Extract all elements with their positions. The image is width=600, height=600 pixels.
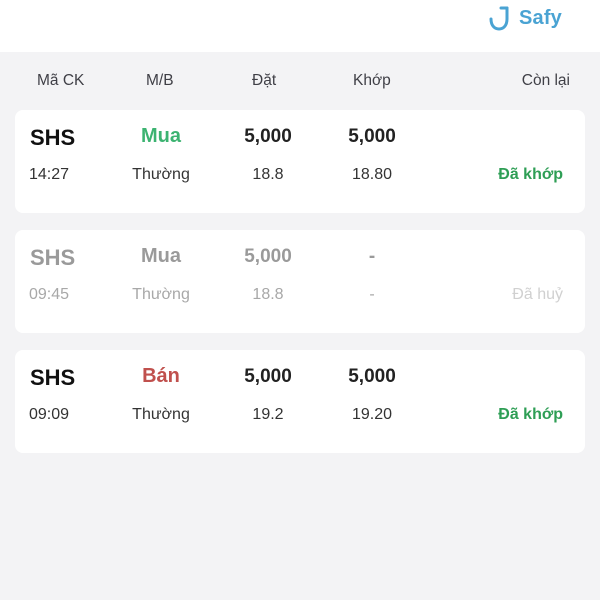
header-symbol: Mã CK bbox=[37, 72, 85, 89]
matched-price: - bbox=[369, 286, 375, 303]
order-side: Bán bbox=[142, 365, 180, 387]
safy-logo-icon bbox=[489, 6, 509, 31]
order-symbol: SHS bbox=[30, 125, 76, 150]
order-side: Mua bbox=[141, 245, 181, 267]
order-card[interactable]: SHS 09:09 Bán Thường 5,000 19.2 5,000 19… bbox=[15, 350, 585, 453]
matched-price: 19.20 bbox=[351, 406, 393, 423]
matched-quantity: 5,000 bbox=[348, 126, 396, 147]
table-header: Mã CK M/B Đặt Khớp Còn lại bbox=[0, 62, 600, 102]
order-type: Thường bbox=[132, 406, 190, 423]
order-price: 18.8 bbox=[252, 166, 284, 183]
order-quantity: 5,000 bbox=[244, 366, 292, 387]
matched-quantity: - bbox=[368, 246, 376, 267]
order-card[interactable]: SHS 09:45 Mua Thường 5,000 18.8 - - Đã h… bbox=[15, 230, 585, 333]
order-status: Đã khớp bbox=[498, 166, 563, 183]
order-type: Thường bbox=[132, 166, 190, 183]
order-symbol: SHS bbox=[30, 365, 76, 390]
order-quantity: 5,000 bbox=[244, 246, 292, 267]
order-card[interactable]: SHS 14:27 Mua Thường 5,000 18.8 5,000 18… bbox=[15, 110, 585, 213]
order-quantity: 5,000 bbox=[244, 126, 292, 147]
order-symbol: SHS bbox=[30, 245, 76, 270]
order-time: 09:09 bbox=[29, 406, 70, 423]
order-status: Đã khớp bbox=[498, 406, 563, 423]
order-type: Thường bbox=[132, 286, 190, 303]
header-remaining: Còn lại bbox=[521, 72, 570, 89]
top-bar: Safy bbox=[0, 0, 600, 52]
brand-name: Safy bbox=[518, 6, 562, 29]
matched-quantity: 5,000 bbox=[348, 366, 396, 387]
header-order: Đặt bbox=[252, 72, 277, 89]
order-time: 14:27 bbox=[29, 166, 70, 183]
order-side: Mua bbox=[141, 125, 181, 147]
order-price: 18.8 bbox=[252, 286, 284, 303]
matched-price: 18.80 bbox=[351, 166, 393, 183]
order-status: Đã huỷ bbox=[512, 286, 563, 303]
order-price: 19.2 bbox=[252, 406, 284, 423]
brand: Safy bbox=[483, 4, 562, 32]
header-matched: Khớp bbox=[353, 72, 391, 89]
order-time: 09:45 bbox=[29, 286, 70, 303]
header-side: M/B bbox=[146, 72, 174, 89]
